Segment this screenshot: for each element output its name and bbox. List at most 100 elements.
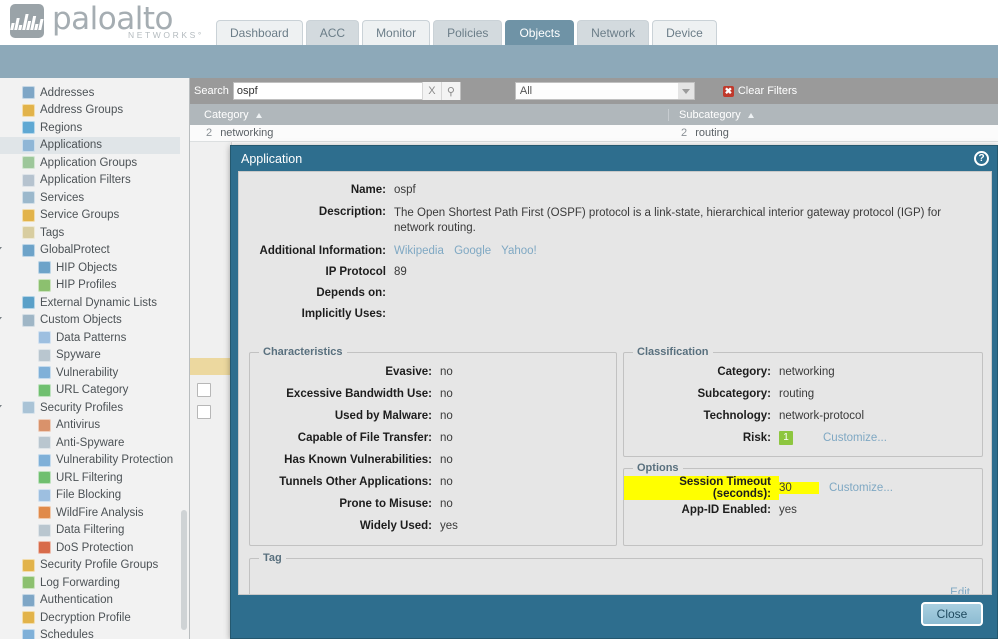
sidebar-item-label: Vulnerability [56,367,118,379]
sidebar-item-antivirus[interactable]: Antivirus [0,417,180,435]
application-filters-icon [22,174,35,187]
sidebar-item-address-groups[interactable]: Address Groups [0,102,180,120]
sidebar-item-application-filters[interactable]: Application Filters [0,172,180,190]
chevron-down-icon[interactable] [678,83,694,99]
classification-label: Technology: [624,410,779,422]
characteristic-label: Tunnels Other Applications: [250,476,440,488]
sort-ascending-icon[interactable] [748,113,754,118]
link-google[interactable]: Google [454,245,491,257]
sort-ascending-icon[interactable] [256,113,262,118]
twisty-expanded-icon[interactable] [0,317,2,325]
column-header-category[interactable]: Category [190,109,669,121]
options-customize-link[interactable]: Customize... [829,482,893,494]
sidebar-item-applications[interactable]: Applications [0,137,180,155]
search-icon[interactable]: ⚲ [441,82,460,100]
custom-objects-icon [22,314,35,327]
column-header-subcategory-label: Subcategory [679,109,741,121]
characteristic-label: Evasive: [250,366,440,378]
sidebar-item-label: Spyware [56,349,101,361]
sidebar-scroll-thumb[interactable] [181,510,187,630]
characteristic-label: Used by Malware: [250,410,440,422]
sidebar-item-file-blocking[interactable]: File Blocking [0,487,180,505]
sidebar-item-service-groups[interactable]: Service Groups [0,207,180,225]
options-legend: Options [633,462,683,474]
sidebar-scrollbar[interactable] [181,80,187,635]
sidebar-item-label: URL Category [56,384,128,396]
sidebar-item-security-profile-groups[interactable]: Security Profile Groups [0,557,180,575]
row-checkbox[interactable] [197,383,211,397]
tab-monitor[interactable]: Monitor [362,20,430,46]
vulnerability-icon [38,366,51,379]
characteristic-label: Has Known Vulnerabilities: [250,454,440,466]
field-implicitly-uses-label: Implicitly Uses: [239,308,394,320]
tab-dashboard[interactable]: Dashboard [216,20,303,46]
characteristic-row: Evasive:no [250,361,616,383]
twisty-expanded-icon[interactable] [0,247,2,255]
sidebar-item-url-filtering[interactable]: URL Filtering [0,469,180,487]
tab-network[interactable]: Network [577,20,649,46]
field-additional-information-label: Additional Information: [239,245,394,257]
tab-acc[interactable]: ACC [306,20,359,46]
file-blocking-icon [38,489,51,502]
sidebar-item-authentication[interactable]: Authentication [0,592,180,610]
option-appid-value: yes [779,504,797,516]
group-count-subcategory: 2 [681,127,687,139]
sidebar-item-hip-profiles[interactable]: HIP Profiles [0,277,180,295]
sidebar-item-schedules[interactable]: Schedules [0,627,180,639]
sidebar-item-decryption-profile[interactable]: Decryption Profile [0,609,180,627]
sidebar-item-external-dynamic-lists[interactable]: External Dynamic Lists [0,294,180,312]
sidebar-item-data-filtering[interactable]: Data Filtering [0,522,180,540]
group-row[interactable]: 2 networking 2 routing [190,125,998,142]
sidebar-item-hip-objects[interactable]: HIP Objects [0,259,180,277]
highlighted-row[interactable] [190,358,232,375]
sidebar-item-dos-protection[interactable]: DoS Protection [0,539,180,557]
row-checkbox[interactable] [197,405,211,419]
tab-policies[interactable]: Policies [433,20,502,46]
sidebar-item-vulnerability[interactable]: Vulnerability [0,364,180,382]
filter-select[interactable]: All [515,82,695,100]
column-header-subcategory[interactable]: Subcategory [669,109,998,121]
sidebar-item-regions[interactable]: Regions [0,119,180,137]
help-icon[interactable]: ? [974,151,989,166]
characteristic-label: Widely Used: [250,520,440,532]
dialog-body: Name: ospf Description: The Open Shortes… [238,171,992,595]
sidebar-item-vulnerability-protection[interactable]: Vulnerability Protection [0,452,180,470]
classification-value: network-protocol [779,410,864,422]
link-wikipedia[interactable]: Wikipedia [394,245,444,257]
link-yahoo[interactable]: Yahoo! [501,245,537,257]
option-appid-row: App-ID Enabled: yes [624,499,982,521]
characteristic-row: Has Known Vulnerabilities:no [250,449,616,471]
log-forwarding-icon [22,576,35,589]
twisty-expanded-icon[interactable] [0,405,2,413]
search-input[interactable] [234,83,422,99]
sidebar-item-tags[interactable]: Tags [0,224,180,242]
filter-select-value: All [520,85,532,97]
close-button[interactable]: Close [921,602,983,626]
classification-customize-link[interactable]: Customize... [823,432,887,444]
sidebar-item-addresses[interactable]: Addresses [0,84,180,102]
sidebar-item-wildfire-analysis[interactable]: WildFire Analysis [0,504,180,522]
decryption-profile-icon [22,611,35,624]
sidebar: AddressesAddress GroupsRegionsApplicatio… [0,78,190,639]
sidebar-item-spyware[interactable]: Spyware [0,347,180,365]
authentication-icon [22,594,35,607]
clear-filters-button[interactable]: ✖ Clear Filters [723,85,797,97]
sidebar-item-log-forwarding[interactable]: Log Forwarding [0,574,180,592]
classification-row: Subcategory:routing [624,383,982,405]
characteristic-value: no [440,432,453,444]
sidebar-item-label: Application Filters [40,174,131,186]
sidebar-item-data-patterns[interactable]: Data Patterns [0,329,180,347]
sidebar-item-security-profiles[interactable]: Security Profiles [0,399,180,417]
sidebar-item-anti-spyware[interactable]: Anti-Spyware [0,434,180,452]
sidebar-item-application-groups[interactable]: Application Groups [0,154,180,172]
sidebar-item-custom-objects[interactable]: Custom Objects [0,312,180,330]
sidebar-item-label: File Blocking [56,489,121,501]
tab-objects[interactable]: Objects [505,20,574,46]
sidebar-item-url-category[interactable]: URL Category [0,382,180,400]
sidebar-item-label: WildFire Analysis [56,507,144,519]
tab-device[interactable]: Device [652,20,717,46]
tag-panel: Tag Edit [249,558,983,595]
sidebar-item-globalprotect[interactable]: GlobalProtect [0,242,180,260]
sidebar-item-services[interactable]: Services [0,189,180,207]
clear-search-icon[interactable]: X [422,82,441,100]
